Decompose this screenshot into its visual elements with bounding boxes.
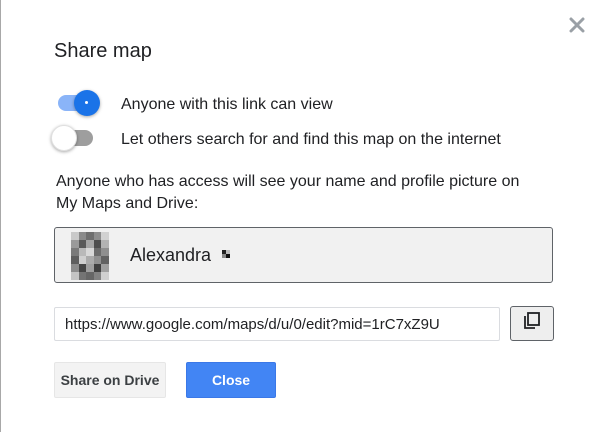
link-view-label: Anyone with this link can view (121, 96, 333, 113)
redacted-mark (222, 250, 230, 258)
copy-icon (522, 311, 542, 336)
owner-card: Alexandra (54, 227, 553, 283)
public-search-toggle[interactable] (51, 125, 97, 151)
share-on-drive-button[interactable]: Share on Drive (54, 362, 166, 398)
toggle-knob (74, 90, 100, 116)
dialog-title: Share map (54, 40, 152, 62)
close-button[interactable]: Close (186, 362, 276, 398)
copy-link-button[interactable] (510, 306, 554, 341)
window-border (0, 0, 1, 432)
toggle-knob (51, 125, 77, 151)
link-view-toggle[interactable] (54, 90, 100, 116)
share-link-input[interactable] (54, 307, 500, 341)
owner-name: Alexandra (130, 245, 212, 265)
avatar (71, 232, 109, 280)
close-icon[interactable] (566, 14, 588, 36)
owner-visibility-note: Anyone who has access will see your name… (56, 173, 520, 212)
public-search-label: Let others search for and find this map … (121, 131, 501, 148)
